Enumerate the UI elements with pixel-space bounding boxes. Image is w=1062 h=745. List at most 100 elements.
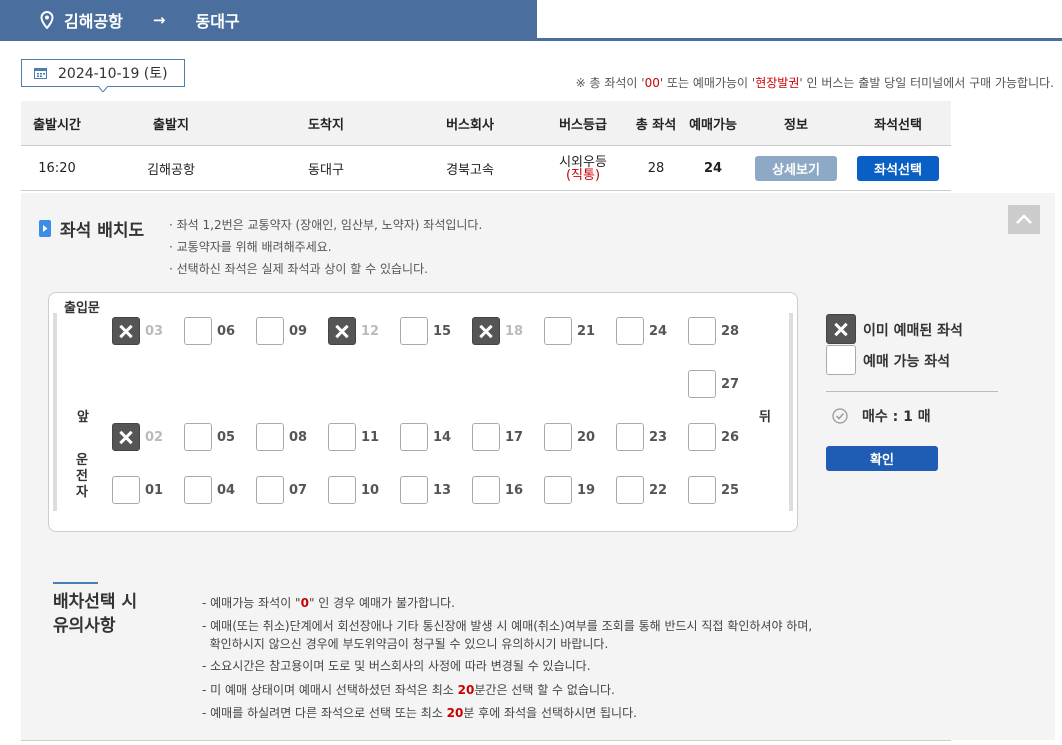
seat-07[interactable] [256,476,284,504]
caution-text: - 예매(또는 취소)단계에서 회선장애나 기타 통신장애 발생 시 예매(취소… [202,619,813,633]
seat-number-10: 10 [361,483,380,498]
seat-number-23: 23 [649,430,668,445]
seat-22[interactable] [616,476,644,504]
seat-28[interactable] [688,317,716,345]
seat-number-21: 21 [577,324,596,339]
seat-27[interactable] [688,370,716,398]
caution-text: 분간은 선택 할 수 없습니다. [474,683,615,697]
legend-taken-icon [826,314,856,344]
guide-line-2: · 교통약자를 위해 배려해주세요. [169,240,332,254]
bus-right-rail [789,313,793,511]
caution-text: - 소요시간은 참고용이며 도로 및 버스회사의 사정에 따라 변경될 수 있습… [202,659,591,673]
seat-01[interactable] [112,476,140,504]
guide-line-1: · 좌석 1,2번은 교통약자 (장애인, 임산부, 노약자) 좌석입니다. [169,218,483,232]
seat-14[interactable] [400,423,428,451]
caution-accent-line [53,582,98,584]
header-bus-company: 버스회사 [446,117,494,133]
seat-24[interactable] [616,317,644,345]
caution-highlight: 0 [300,596,309,610]
seat-number-24: 24 [649,324,668,339]
caution-item: - 소요시간은 참고용이며 도로 및 버스회사의 사정에 따라 변경될 수 있습… [202,657,591,674]
seat-number-14: 14 [433,430,452,445]
legend-available-icon [826,345,856,375]
header-bus-grade: 버스등급 [559,117,607,133]
seat-05[interactable] [184,423,212,451]
seat-number-25: 25 [721,483,740,498]
seat-15[interactable] [400,317,428,345]
purchase-notice: ※ 총 좌석이 '00' 또는 예매가능이 '현장발권' 인 버스는 출발 당일… [576,74,1054,91]
seat-26[interactable] [688,423,716,451]
seat-13[interactable] [400,476,428,504]
seat-number-13: 13 [433,483,452,498]
seat-number-19: 19 [577,483,596,498]
seat-number-03: 03 [145,324,164,339]
seat-number-07: 07 [289,483,308,498]
caution-text: 분 후에 좌석을 선택하시면 됩니다. [463,706,637,720]
seat-25[interactable] [688,476,716,504]
arrow-right-icon: → [152,11,166,29]
seat-11[interactable] [328,423,356,451]
collapse-button[interactable] [1008,205,1040,234]
seat-09[interactable] [256,317,284,345]
caution-title: 배차선택 시 유의사항 [53,592,138,636]
date-caret-icon [98,86,108,92]
seat-23[interactable] [616,423,644,451]
header-available: 예매가능 [689,117,737,133]
date-value: 2024-10-19 (토) [58,66,168,82]
seat-number-02: 02 [145,430,164,445]
back-label: 뒤 [759,410,771,425]
check-circle-icon [832,408,848,424]
seat-04[interactable] [184,476,212,504]
legend-available-label: 예매 가능 좌석 [863,354,951,370]
seat-number-04: 04 [217,483,236,498]
driver-label: 운 전 자 [76,453,88,500]
seat-21[interactable] [544,317,572,345]
seat-06[interactable] [184,317,212,345]
seat-number-17: 17 [505,430,524,445]
legend-divider [826,391,998,392]
table-row: 16:20 김해공항 동대구 경북고속 시외우등 (직통) 28 24 상세보기… [21,147,951,191]
caution-item: 확인하시지 않으신 경우에 부도위약금이 청구될 수 있으니 유의하시기 바랍니… [202,635,609,652]
calendar-icon [34,68,47,79]
seat-16[interactable] [472,476,500,504]
seat-number-08: 08 [289,430,308,445]
seat-number-12: 12 [361,324,380,339]
panel-bottom-divider [21,740,951,741]
caution-text: 확인하시지 않으신 경우에 부도위약금이 청구될 수 있으니 유의하시기 바랍니… [202,637,609,651]
caution-highlight: 20 [457,683,475,697]
seat-10[interactable] [328,476,356,504]
seat-number-27: 27 [721,377,740,392]
legend-taken-label: 이미 예매된 좌석 [863,323,963,339]
seat-17[interactable] [472,423,500,451]
seat-number-06: 06 [217,324,236,339]
caution-text: - 예매를 하실려면 다른 좌석으로 선택 또는 최소 [202,706,447,720]
door-label: 출입문 [64,301,100,316]
bus-left-rail [53,313,57,511]
seat-select-button[interactable]: 좌석선택 [857,156,939,181]
seat-map-title-text: 좌석 배치도 [60,221,145,241]
header-total-seats: 총 좌석 [635,117,677,133]
cell-company: 경북고속 [446,163,494,178]
detail-button[interactable]: 상세보기 [755,156,837,181]
confirm-button[interactable]: 확인 [826,446,938,471]
seat-map-title: 좌석 배치도 [39,216,144,241]
seat-20[interactable] [544,423,572,451]
cell-destination: 동대구 [308,163,344,178]
date-picker[interactable]: 2024-10-19 (토) [21,59,185,87]
play-arrow-icon [39,220,51,237]
seat-number-09: 09 [289,324,308,339]
caution-text: " 인 경우 예매가 불가합니다. [308,596,455,610]
seat-19[interactable] [544,476,572,504]
caution-text: - 예매가능 좌석이 " [202,596,301,610]
chevron-up-icon [1016,214,1032,224]
caution-text: - 미 예매 상태이며 예매시 선택하셨던 좌석은 최소 [202,683,458,697]
header-seat-select: 좌석선택 [874,117,922,133]
location-pin-icon [40,11,54,29]
notice-text-3: ' 인 버스는 출발 당일 터미널에서 구매 가능합니다. [799,76,1054,90]
caution-item: - 예매가능 좌석이 "0" 인 경우 예매가 불가합니다. [202,594,455,611]
seat-08[interactable] [256,423,284,451]
notice-text-2: ' 또는 예매가능이 ' [659,76,756,90]
header-info: 정보 [784,117,808,133]
seat-number-01: 01 [145,483,164,498]
seat-number-05: 05 [217,430,236,445]
